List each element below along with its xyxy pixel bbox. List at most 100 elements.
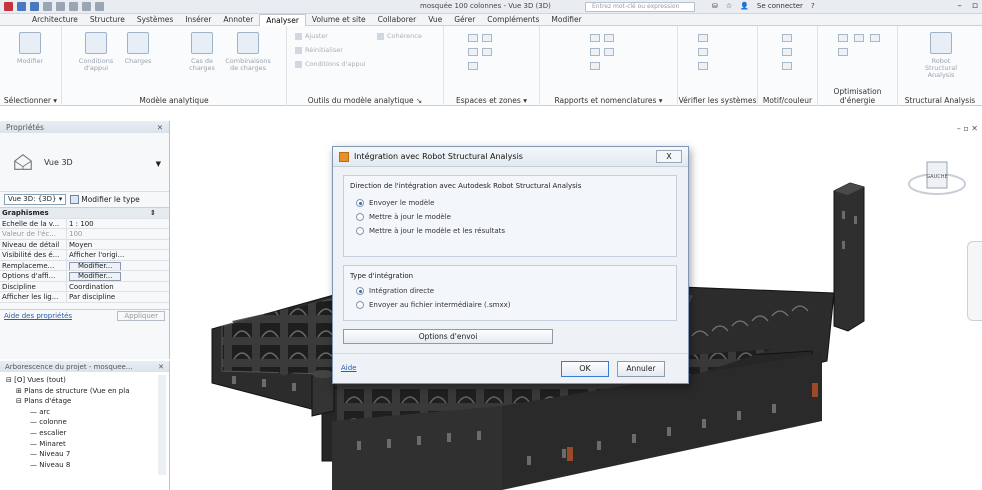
load-combinations-button[interactable]: Combinaisons de charges <box>225 32 271 72</box>
property-row[interactable]: Niveau de détail Moyen <box>0 239 169 250</box>
instance-selector[interactable]: Vue 3D: {3D} ▾ <box>4 194 67 205</box>
dialog-close-button[interactable]: X <box>656 150 682 163</box>
load-cases-button[interactable]: Cas de charges <box>182 32 222 72</box>
tab-structure[interactable]: Structure <box>84 14 131 26</box>
tree-item[interactable]: ⊞ Plans de structure (Vue en pla <box>0 386 169 397</box>
property-row[interactable]: Remplaceme... Modifier... <box>0 260 169 271</box>
zone-icon[interactable] <box>482 48 492 56</box>
edit-property-button[interactable]: Modifier... <box>69 272 122 281</box>
3d-view-icon[interactable] <box>95 2 104 11</box>
tree-item[interactable]: — colonne <box>0 417 169 428</box>
save-icon[interactable] <box>30 2 39 11</box>
integration-type-radio[interactable]: Intégration directe <box>344 284 676 298</box>
search-input[interactable]: Entrez mot-clé ou expression <box>585 2 695 12</box>
tab-vue[interactable]: Vue <box>422 14 448 26</box>
adjust-button[interactable]: Ajuster <box>295 32 328 40</box>
property-value[interactable]: Coordination <box>67 282 147 292</box>
property-value[interactable]: Par discipline <box>67 292 147 302</box>
direction-radio[interactable]: Envoyer le modèle <box>344 196 676 210</box>
check-duct-icon[interactable] <box>698 34 708 42</box>
minimize-icon[interactable]: – <box>957 1 962 11</box>
property-row[interactable]: Discipline Coordination <box>0 281 169 292</box>
category-row[interactable]: Graphismes ⇕ <box>0 208 169 219</box>
modify-button[interactable]: Modifier <box>10 32 50 65</box>
radio-button-icon[interactable] <box>356 199 364 207</box>
property-row[interactable]: Echelle de la v... 1 : 100 <box>0 218 169 229</box>
tree-toggle-icon[interactable]: ⊟ <box>16 397 24 405</box>
sign-in-link[interactable]: Se connecter <box>757 2 803 10</box>
pipe-legend-icon[interactable] <box>782 48 792 56</box>
loads-button[interactable]: Charges <box>118 32 158 65</box>
help-link[interactable]: Aide <box>341 364 356 372</box>
space-separator-icon[interactable] <box>482 34 492 42</box>
property-value[interactable]: 100 <box>67 229 147 239</box>
properties-help-link[interactable]: Aide des propriétés <box>4 312 72 320</box>
space-tag-icon[interactable] <box>468 48 478 56</box>
check-pipe-icon[interactable] <box>698 48 708 56</box>
edit-type-button[interactable]: Modifier le type <box>70 195 140 204</box>
space-icon[interactable] <box>468 34 478 42</box>
integration-type-radio[interactable]: Envoyer au fichier intermédiaire (.smxx) <box>344 298 676 312</box>
viewport-window-controls[interactable]: – ▫ ✕ <box>957 124 978 133</box>
tree-item[interactable]: — Niveau 8 <box>0 460 169 471</box>
tree-item[interactable]: — Minaret <box>0 439 169 450</box>
heating-loads-icon[interactable] <box>590 34 600 42</box>
robot-structural-analysis-button[interactable]: Robot Structural Analysis <box>916 32 966 79</box>
ok-button[interactable]: OK <box>561 361 609 377</box>
property-value[interactable]: Modifier... <box>67 271 147 281</box>
tab-collaborer[interactable]: Collaborer <box>372 14 423 26</box>
property-row[interactable]: Afficher les lig... Par discipline <box>0 292 169 303</box>
tab-compl-ments[interactable]: Compléments <box>481 14 545 26</box>
property-value[interactable]: Afficher l'origi... <box>67 250 147 260</box>
check-circuit-icon[interactable] <box>698 62 708 70</box>
energy-model-icon[interactable] <box>854 34 864 42</box>
color-fill-icon[interactable] <box>468 62 478 70</box>
tree-toggle-icon[interactable]: ⊟ [O] <box>6 376 27 384</box>
revit-logo-icon[interactable] <box>4 2 13 11</box>
reset-button[interactable]: Réinitialiser <box>295 46 343 54</box>
subscription-icon[interactable]: ⛁ <box>712 2 718 10</box>
duct-legend-icon[interactable] <box>782 34 792 42</box>
tab-modifier[interactable]: Modifier <box>545 14 587 26</box>
tree-item[interactable]: ⊟ Plans d'étage <box>0 396 169 407</box>
navigation-bar[interactable] <box>967 241 982 321</box>
tab-ins-rer[interactable]: Insérer <box>179 14 217 26</box>
property-value[interactable]: Moyen <box>67 240 147 250</box>
send-options-button[interactable]: Options d'envoi <box>343 329 553 344</box>
select-dropdown[interactable]: Sélectionner ▾ <box>0 96 61 105</box>
support-conditions-button[interactable]: Conditions d'appui <box>295 60 366 68</box>
tree-toggle-icon[interactable]: ⊞ <box>16 387 24 395</box>
pipe-pressure-icon[interactable] <box>590 62 600 70</box>
energy-settings-icon[interactable] <box>838 34 848 42</box>
browser-scrollbar[interactable] <box>158 375 166 475</box>
redo-icon[interactable] <box>56 2 65 11</box>
group-label[interactable]: Outils du modèle analytique ↘ <box>287 96 443 105</box>
star-icon[interactable]: ☆ <box>726 2 732 10</box>
tab-analyser[interactable]: Analyser <box>259 13 306 26</box>
collapse-icon[interactable]: ⇕ <box>150 208 156 218</box>
undo-icon[interactable] <box>43 2 52 11</box>
edit-property-button[interactable]: Modifier... <box>69 261 122 270</box>
viewcube[interactable]: GAUCHE <box>907 146 967 206</box>
user-icon[interactable]: 👤 <box>740 2 749 10</box>
radio-button-icon[interactable] <box>356 287 364 295</box>
tab-g-rer[interactable]: Gérer <box>448 14 481 26</box>
tree-item[interactable]: — Niveau 7 <box>0 449 169 460</box>
direction-radio[interactable]: Mettre à jour le modèle <box>344 210 676 224</box>
radio-button-icon[interactable] <box>356 301 364 309</box>
tab-annoter[interactable]: Annoter <box>217 14 259 26</box>
energy-analysis-icon[interactable] <box>838 48 848 56</box>
close-icon[interactable]: ✕ <box>157 123 163 132</box>
maximize-icon[interactable]: ▫ <box>972 1 978 11</box>
chevron-down-icon[interactable]: ▼ <box>156 160 161 168</box>
measure-icon[interactable] <box>69 2 78 11</box>
tab-architecture[interactable]: Architecture <box>26 14 84 26</box>
schedule-icon[interactable] <box>590 48 600 56</box>
open-icon[interactable] <box>17 2 26 11</box>
apply-button[interactable]: Appliquer <box>117 311 165 321</box>
property-row[interactable]: Valeur de l'éc... 100 <box>0 229 169 240</box>
tab-syst-mes[interactable]: Systèmes <box>131 14 180 26</box>
spaces-dropdown[interactable]: Espaces et zones ▾ <box>444 96 539 105</box>
cancel-button[interactable]: Annuler <box>617 361 665 377</box>
property-row[interactable]: Visibilité des é... Afficher l'origi... <box>0 250 169 261</box>
